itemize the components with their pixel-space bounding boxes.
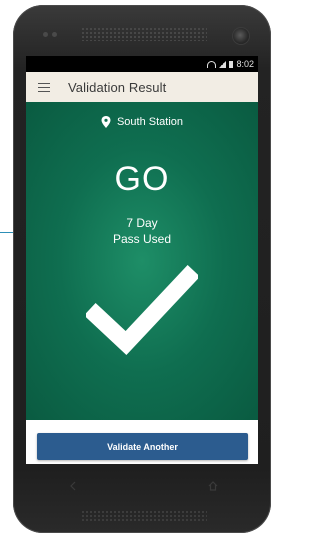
front-camera-icon [233,28,249,44]
sensor-dots [43,32,57,37]
location-pin-icon [101,116,111,128]
pass-duration: 7 Day [126,216,158,230]
action-area: Validate Another [26,420,258,464]
back-icon[interactable] [68,481,78,491]
validation-status: GO [114,160,170,198]
status-bar: 8:02 [26,56,258,72]
validation-result-panel: South Station GO 7 Day Pass Used [26,102,258,420]
connector-line [0,232,14,233]
earpiece-speaker [81,27,207,41]
wifi-icon [207,60,217,68]
bottom-speaker [81,510,207,522]
checkmark-icon [86,265,198,355]
battery-icon [229,60,234,68]
location-row: South Station [26,116,258,128]
home-icon[interactable] [208,481,218,491]
signal-icon [219,60,227,68]
menu-icon[interactable] [38,82,50,92]
validate-another-button[interactable]: Validate Another [37,433,248,460]
page-title: Validation Result [68,79,167,95]
phone-screen: 8:02 Validation Result South Station GO … [26,56,258,464]
pass-status: Pass Used [112,232,172,246]
location-label: South Station [116,116,184,128]
app-bar: Validation Result [26,72,258,102]
status-time: 8:02 [236,59,254,69]
phone-top-bezel [13,5,271,55]
